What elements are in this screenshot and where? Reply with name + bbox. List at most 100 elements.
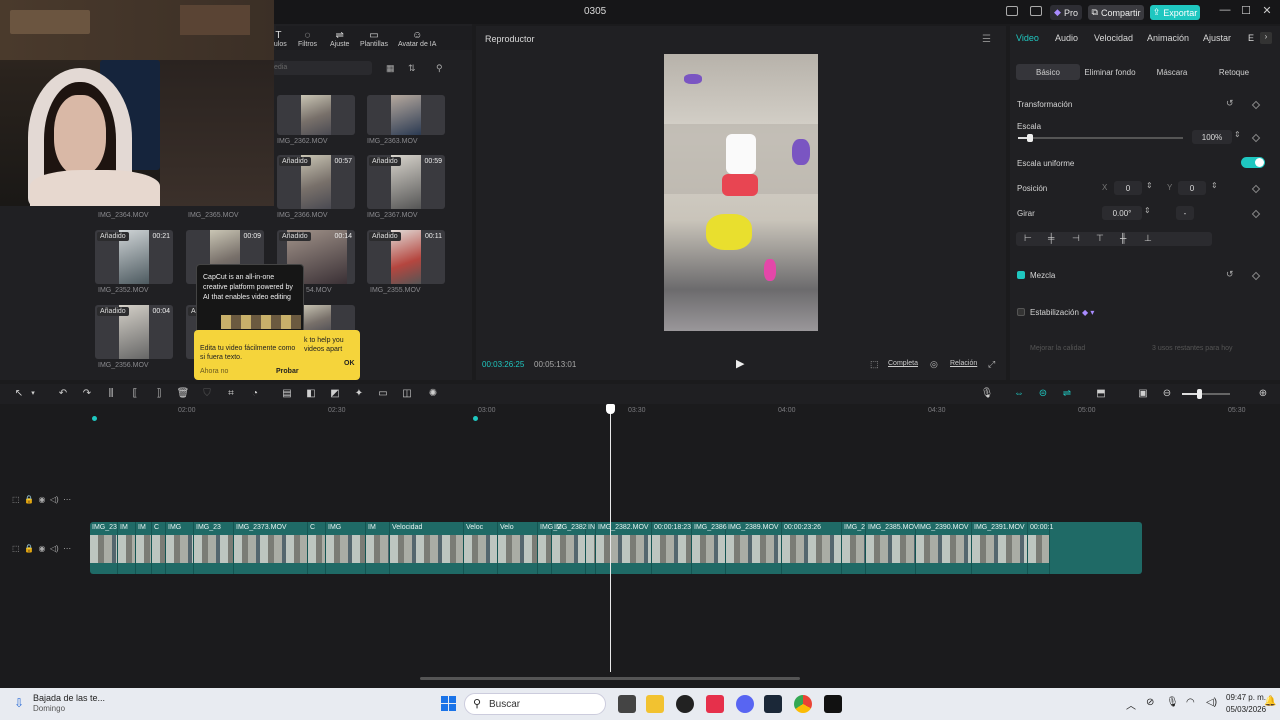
keyframe-icon[interactable] xyxy=(1251,184,1261,194)
media-thumbnail[interactable] xyxy=(367,95,445,135)
eye-icon[interactable]: ◉ xyxy=(38,495,45,504)
audio-icon[interactable]: ◁) xyxy=(50,544,59,553)
media-thumbnail[interactable] xyxy=(277,95,355,135)
ok-button[interactable]: OK xyxy=(344,360,355,367)
subtab-retouch[interactable]: Retoque xyxy=(1204,64,1264,80)
timeline-clip[interactable]: IMG_2385.MOV xyxy=(866,522,919,574)
align-center-icon[interactable]: ╪ xyxy=(1048,233,1054,243)
keyframe-icon[interactable] xyxy=(1251,100,1261,110)
captions-icon[interactable]: ▣ xyxy=(1136,387,1150,401)
subtab-basic[interactable]: Básico xyxy=(1016,64,1080,80)
timeline-clip[interactable]: 00:00:18:23 xyxy=(652,522,692,574)
timeline-clip[interactable]: IMG_2389.MOV xyxy=(726,522,782,574)
pro-button[interactable]: ◆ Pro xyxy=(1050,5,1082,20)
media-thumbnail[interactable]: Añadido 00:57 xyxy=(277,155,355,209)
capcut-icon[interactable] xyxy=(824,695,842,713)
timeline-clip[interactable]: Velocidad xyxy=(390,522,464,574)
github-icon[interactable] xyxy=(676,695,694,713)
taskbar-search[interactable]: ⚲ Buscar xyxy=(464,693,606,715)
volume-icon[interactable]: ◁) xyxy=(1206,697,1217,708)
timeline-clip[interactable]: IMG_2382.MOV xyxy=(596,522,652,574)
timeline-clip[interactable]: IMG_2391.MOV xyxy=(972,522,1028,574)
image-icon[interactable]: ◫ xyxy=(400,387,414,401)
media-thumbnail[interactable]: Añadido 00:04 xyxy=(95,305,173,359)
stabilize-checkbox[interactable] xyxy=(1017,308,1025,316)
zoom-slider-knob[interactable] xyxy=(1197,389,1202,399)
tab-adjust[interactable]: Ajustar xyxy=(1203,33,1231,43)
timeline-clip[interactable]: IM xyxy=(136,522,152,574)
align-middle-icon[interactable]: ╫ xyxy=(1120,233,1126,243)
timeline-clip[interactable]: IMG_23 xyxy=(194,522,234,574)
scale-slider-knob[interactable] xyxy=(1027,134,1033,142)
playhead-handle[interactable] xyxy=(606,404,615,414)
effects-icon[interactable]: ✺ xyxy=(426,387,440,401)
freeze-icon[interactable]: ◧ xyxy=(304,387,318,401)
timeline-clip[interactable]: C xyxy=(308,522,326,574)
chevron-right-icon[interactable]: › xyxy=(1260,32,1272,44)
blend-checkbox[interactable] xyxy=(1017,271,1025,279)
templates-tab[interactable]: ▭ Plantillas xyxy=(360,30,388,48)
download-icon[interactable]: ⇩ xyxy=(14,696,24,710)
more-icon[interactable]: ⋯ xyxy=(63,495,71,504)
clock-date[interactable]: 05/03/2026 xyxy=(1226,705,1266,714)
ratio-button[interactable]: Relación xyxy=(950,360,977,367)
mirror-icon[interactable]: ◩ xyxy=(328,387,342,401)
task-view-icon[interactable] xyxy=(618,695,636,713)
playhead[interactable] xyxy=(606,404,615,672)
crop-icon[interactable]: ⬚ xyxy=(870,359,879,370)
align-right-icon[interactable]: ⊣ xyxy=(1072,233,1080,244)
delete-icon[interactable]: 🗑 xyxy=(176,387,190,401)
stepper-icon[interactable]: ⇕ xyxy=(1211,181,1218,190)
align-top-icon[interactable]: ⊤ xyxy=(1096,233,1104,244)
timeline-clip[interactable]: C xyxy=(152,522,166,574)
rotate-input[interactable]: 0.00° xyxy=(1102,206,1142,220)
more-icon[interactable]: ⋯ xyxy=(63,544,71,553)
file-explorer-icon[interactable] xyxy=(646,695,664,713)
layout-icon[interactable] xyxy=(1006,6,1018,16)
lock-icon[interactable]: 🔒 xyxy=(24,495,34,504)
media-search-input[interactable]: edia xyxy=(272,61,372,75)
network-icon[interactable]: ⊘ xyxy=(1146,697,1154,708)
tab-more[interactable]: E xyxy=(1248,33,1254,43)
timeline-clip[interactable]: IM xyxy=(366,522,390,574)
menu-icon[interactable]: ☰ xyxy=(982,34,991,45)
timeline-clip[interactable]: IM xyxy=(118,522,136,574)
filters-tab[interactable]: ◌ Filtros xyxy=(298,30,317,48)
dismiss-button[interactable]: Ahora no xyxy=(200,368,228,375)
text-edit-icon[interactable]: ▤ xyxy=(280,387,294,401)
timeline-clip[interactable]: 00:00:1 xyxy=(1028,522,1053,574)
media-thumbnail[interactable]: Añadido 00:59 xyxy=(367,155,445,209)
timeline-clip[interactable]: IMG_23 xyxy=(90,522,118,574)
fullscreen-icon[interactable]: ⤢ xyxy=(988,359,995,370)
zoom-out-icon[interactable]: ⊖ xyxy=(1160,387,1174,401)
flip-button[interactable]: - xyxy=(1176,206,1194,220)
timeline-clip[interactable]: 00:00:23:26 xyxy=(782,522,842,574)
grid-view-icon[interactable]: ▦ xyxy=(386,63,395,74)
keyframe-icon[interactable] xyxy=(1251,209,1261,219)
keyframe-icon[interactable] xyxy=(1251,271,1261,281)
split-right-icon[interactable]: ⟧ xyxy=(152,387,166,401)
stepper-icon[interactable]: ⇕ xyxy=(1234,130,1241,139)
eye-icon[interactable]: ◉ xyxy=(38,544,45,553)
tiktok-icon[interactable] xyxy=(706,695,724,713)
subtab-mask[interactable]: Máscara xyxy=(1142,64,1202,80)
notifications-icon[interactable]: 🔔 xyxy=(1264,696,1276,707)
snap-icon[interactable]: ⇌ xyxy=(1060,387,1074,401)
microphone-icon[interactable]: 🎙 xyxy=(980,387,994,401)
tab-audio[interactable]: Audio xyxy=(1055,33,1078,43)
windows-start-icon[interactable] xyxy=(441,696,457,712)
close-icon[interactable]: ✕ xyxy=(1258,4,1276,20)
tab-speed[interactable]: Velocidad xyxy=(1094,33,1133,43)
try-button[interactable]: Probar xyxy=(276,368,299,375)
caption-icon[interactable]: ▭ xyxy=(376,387,390,401)
steam-icon[interactable] xyxy=(764,695,782,713)
chevron-down-icon[interactable]: ▾ xyxy=(26,387,40,401)
sort-icon[interactable]: ⇅ xyxy=(408,63,416,74)
wifi-icon[interactable]: ◠ xyxy=(1186,697,1195,708)
scale-slider[interactable] xyxy=(1018,134,1183,142)
main-video-track[interactable]: IMG_23 IM IM C IMG IMG_23 IMG_2373.MOV C IMG IM Ve… xyxy=(90,522,1142,574)
media-thumbnail[interactable]: Añadido 00:11 xyxy=(367,230,445,284)
uniform-scale-toggle[interactable] xyxy=(1241,157,1265,168)
tab-video[interactable]: Video xyxy=(1016,33,1039,43)
play-icon[interactable]: ▶ xyxy=(736,357,744,370)
